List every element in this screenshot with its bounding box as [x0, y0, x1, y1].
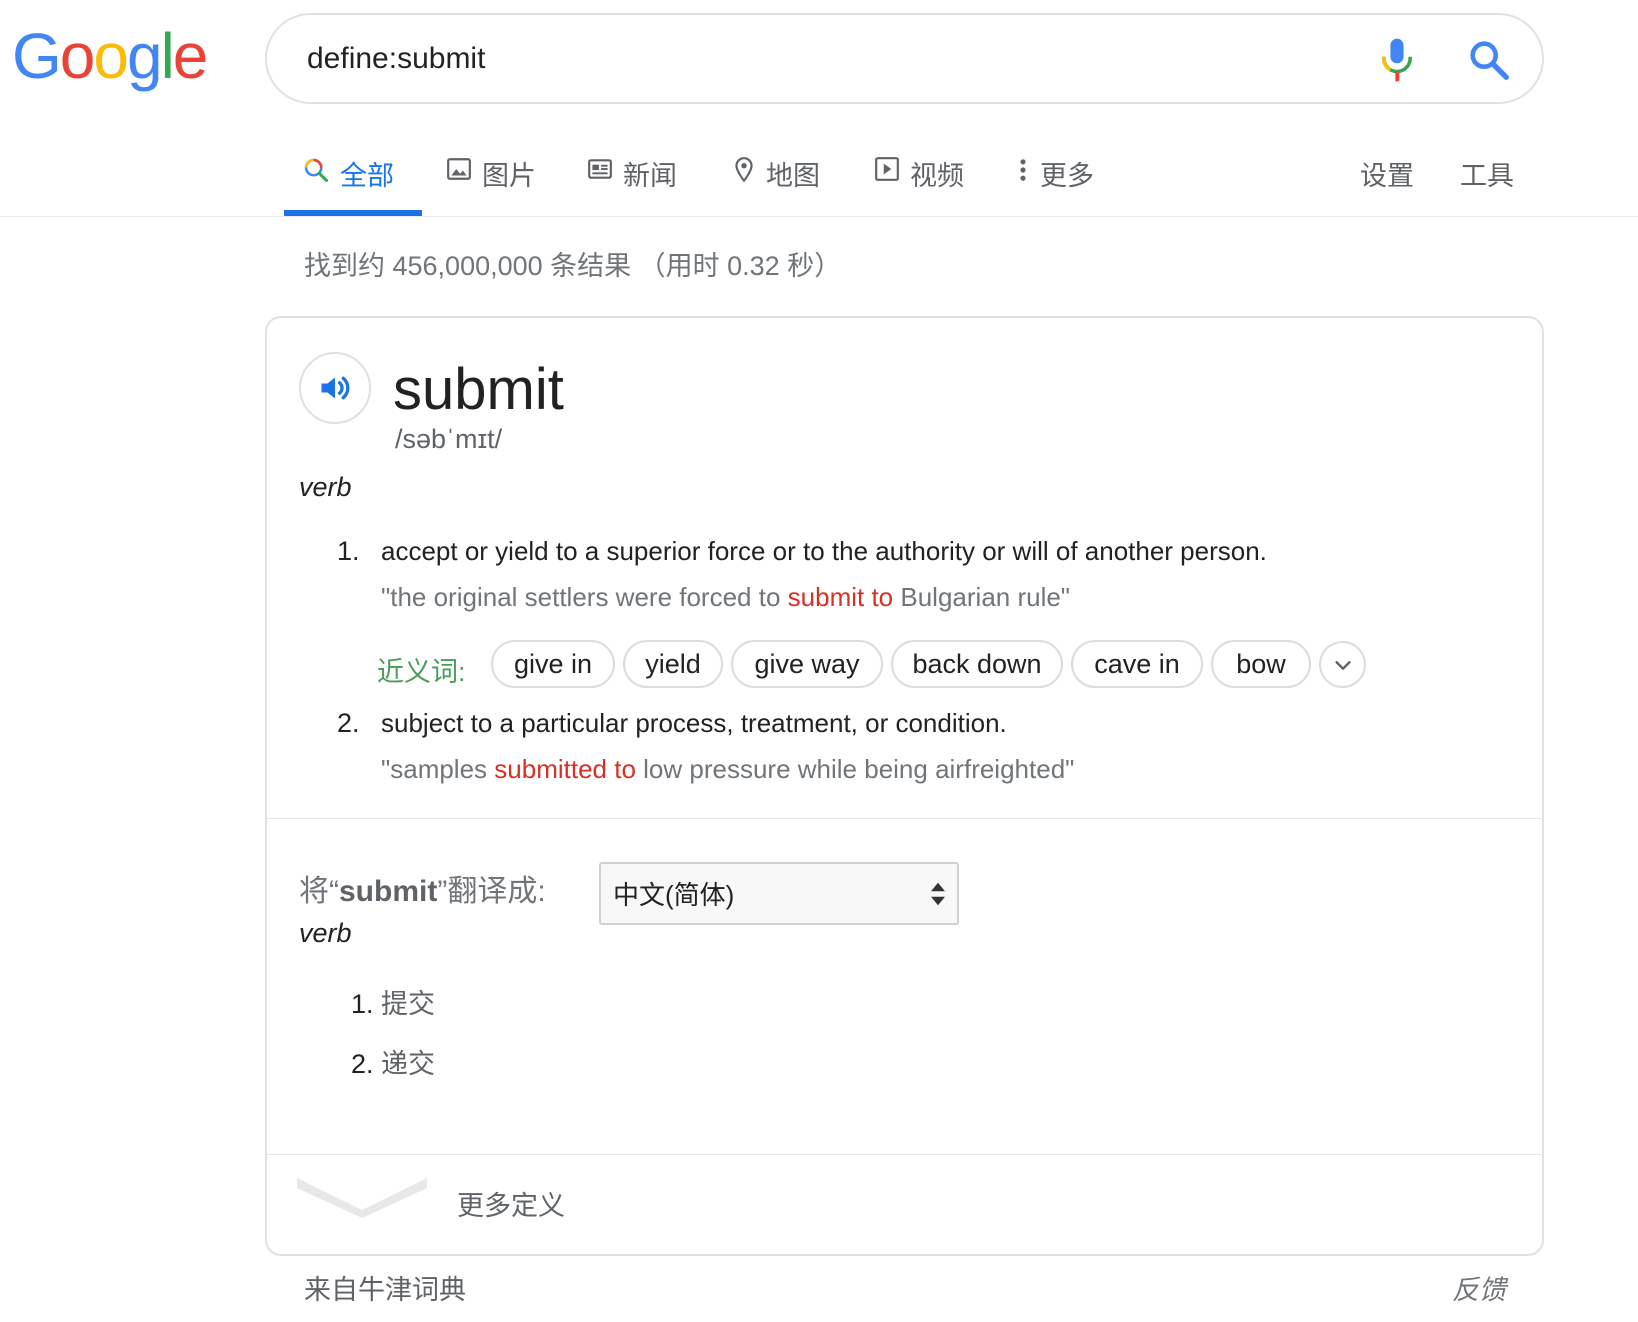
tab-label: 视频 [910, 161, 964, 191]
translation-text: 提交 [381, 989, 436, 1019]
headword: submit [393, 357, 564, 422]
tab-label: 全部 [340, 161, 394, 191]
language-select[interactable]: 中文(简体) [599, 862, 959, 925]
dictionary-card: submit /səbˈmɪt/ verb 1. accept or yield… [265, 316, 1544, 1256]
synonym-chip[interactable]: give way [731, 640, 883, 688]
tab-all[interactable]: 全部 [302, 140, 394, 216]
logo-letter: o [59, 20, 96, 92]
logo-letter: l [160, 20, 175, 92]
tools-label: 工具 [1460, 161, 1514, 191]
dictionary-source: 来自牛津词典 [304, 1275, 466, 1305]
tab-label: 地图 [766, 161, 820, 191]
synonym-chip[interactable]: give in [491, 640, 615, 688]
news-icon [588, 159, 612, 179]
translate-label: 将“submit”翻译成: [299, 866, 546, 910]
card-divider [267, 818, 1542, 819]
mic-icon[interactable] [1377, 37, 1417, 83]
example-text: Bulgarian rule" [893, 582, 1071, 612]
tab-label: 更多 [1040, 161, 1094, 191]
tab-videos[interactable]: 视频 [874, 140, 964, 216]
translate-label-word: submit [339, 875, 438, 908]
translate-label-text: ”翻译成: [437, 875, 546, 908]
translation-part-of-speech: verb [299, 918, 352, 948]
translation-item: 1. 提交 [351, 982, 435, 1021]
search-icon [304, 158, 329, 183]
image-icon [447, 158, 471, 180]
synonym-chip[interactable]: bow [1211, 640, 1311, 688]
synonyms-row: 近义词: give in yield give way back down ca… [377, 640, 1527, 690]
sense-number: 2. [337, 708, 360, 738]
tab-maps[interactable]: 地图 [732, 140, 820, 216]
search-tabs: 全部 图片 新闻 地图 视频 更多 设置 工具 [284, 140, 1584, 216]
more-vert-icon [1020, 159, 1026, 181]
example-text: "the original settlers were forced to [381, 582, 788, 612]
tab-news[interactable]: 新闻 [587, 140, 677, 216]
language-select-value: 中文(简体) [613, 880, 735, 910]
sense-definition: subject to a particular process, treatme… [381, 708, 1007, 738]
synonyms-label: 近义词: [377, 657, 466, 687]
search-icon[interactable] [1466, 37, 1512, 83]
translation-text: 递交 [381, 1049, 436, 1079]
tab-images[interactable]: 图片 [446, 140, 536, 216]
speaker-icon [321, 376, 350, 400]
phonetic: /səbˈmɪt/ [395, 424, 503, 454]
logo-letter: g [126, 20, 163, 92]
result-stats: 找到约 456,000,000 条结果 （用时 0.32 秒） [304, 251, 842, 281]
select-arrows-icon [931, 882, 945, 906]
example-text: low pressure while being airfreighted" [635, 754, 1075, 784]
logo-letter: e [172, 20, 209, 92]
example-text: "samples [381, 754, 495, 784]
search-box [265, 13, 1544, 104]
more-definitions-label: 更多定义 [457, 1191, 565, 1221]
map-pin-icon [735, 157, 753, 183]
logo-letter: o [93, 20, 129, 92]
tab-more[interactable]: 更多 [1016, 140, 1094, 216]
header-divider [0, 216, 1638, 217]
search-input[interactable] [307, 37, 1307, 81]
synonym-chip[interactable]: cave in [1071, 640, 1203, 688]
translation-item: 2. 递交 [351, 1042, 435, 1081]
sense-definition: accept or yield to a superior force or t… [381, 536, 1267, 566]
expand-synonyms-button[interactable] [1319, 641, 1366, 688]
sense-example: "the original settlers were forced to su… [381, 582, 1070, 613]
sense-number: 1. [337, 536, 360, 566]
synonym-chip[interactable]: yield [623, 640, 723, 688]
video-icon [875, 157, 899, 181]
example-highlight: submitted to [494, 754, 636, 784]
tools-link[interactable]: 工具 [1460, 140, 1514, 216]
tab-label: 图片 [482, 161, 536, 191]
more-definitions-button[interactable]: 更多定义 [267, 1154, 1542, 1254]
synonym-chip[interactable]: back down [891, 640, 1063, 688]
google-logo[interactable]: Google [12, 20, 209, 92]
translation-number: 2. [351, 1049, 374, 1079]
settings-link[interactable]: 设置 [1360, 140, 1414, 216]
sense-example: "samples submitted to low pressure while… [381, 754, 1074, 785]
translation-number: 1. [351, 989, 374, 1019]
part-of-speech: verb [299, 472, 352, 502]
chevron-down-icon [297, 1178, 427, 1218]
chevron-down-icon [1334, 660, 1351, 670]
feedback-link[interactable]: 反馈 [1452, 1268, 1506, 1307]
logo-letter: G [12, 20, 62, 92]
translate-label-text: 将“ [299, 875, 339, 908]
settings-label: 设置 [1360, 161, 1414, 191]
example-highlight: submit to [787, 582, 894, 612]
tab-label: 新闻 [623, 161, 677, 191]
pronunciation-button[interactable] [299, 352, 371, 424]
